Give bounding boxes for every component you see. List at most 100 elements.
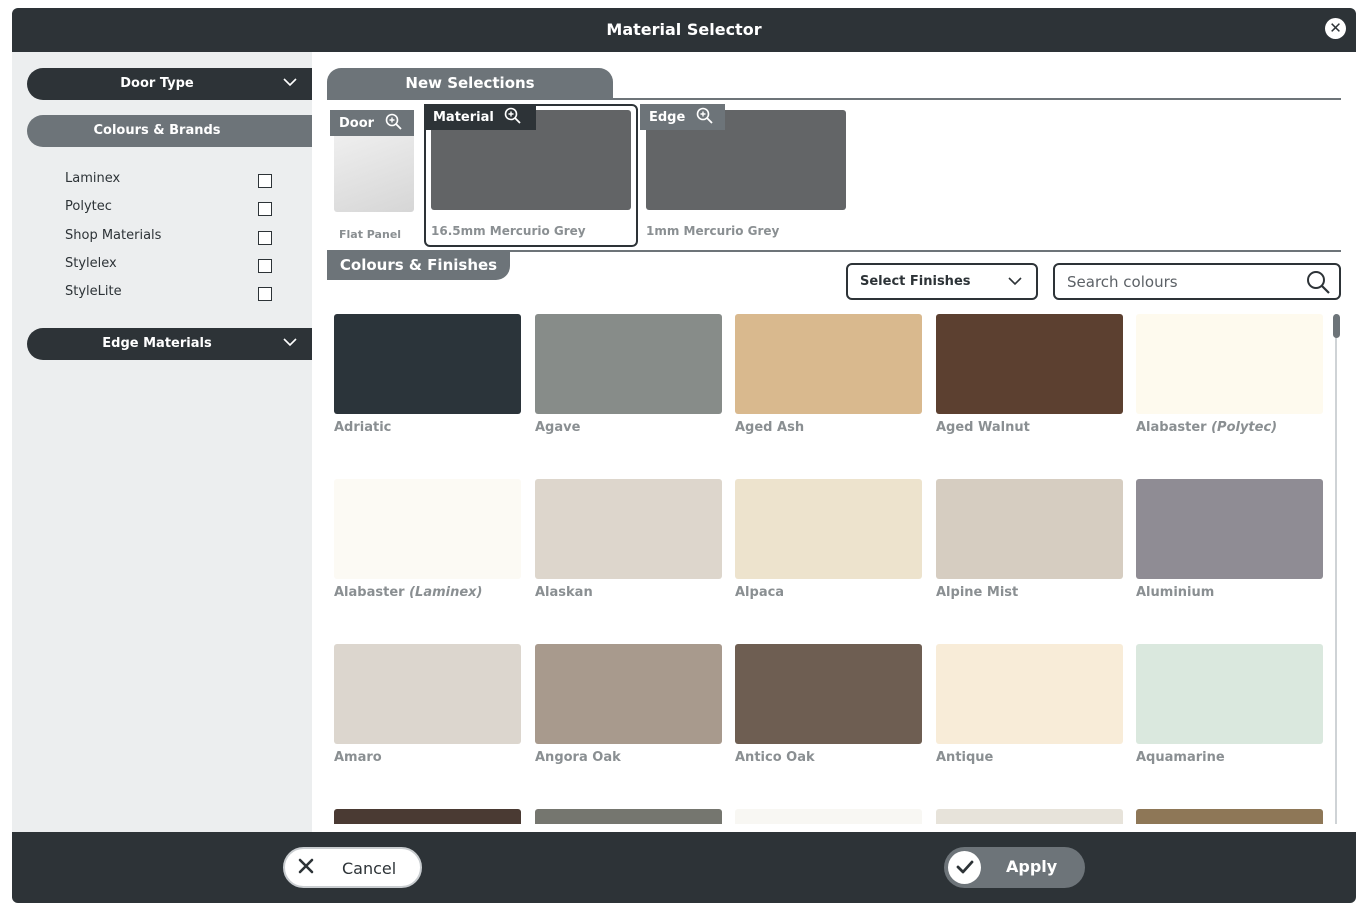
footer-bar: Cancel Apply xyxy=(12,832,1356,903)
edge-materials-accordion[interactable]: Edge Materials xyxy=(27,328,312,360)
colour-swatch xyxy=(1136,314,1323,414)
colour-tile[interactable]: Antico Oak xyxy=(735,644,922,765)
scrollbar[interactable] xyxy=(1331,314,1341,824)
colour-name-text: Adriatic xyxy=(334,420,392,435)
colour-swatch xyxy=(936,314,1123,414)
colours-brands-accordion[interactable]: Colours & Brands xyxy=(27,115,312,147)
colour-tile[interactable] xyxy=(334,809,521,824)
colour-swatch xyxy=(535,644,722,744)
edge-tag-label: Edge xyxy=(649,110,686,125)
close-icon xyxy=(297,857,315,880)
search-icon[interactable] xyxy=(1305,269,1331,299)
door-type-accordion[interactable]: Door Type xyxy=(27,68,312,100)
zoom-in-icon[interactable] xyxy=(385,113,403,131)
colour-name-text: Aquamarine xyxy=(1136,750,1225,765)
colour-tile[interactable]: Agave xyxy=(535,314,722,435)
brand-filter-shop-materials: Shop Materials xyxy=(65,228,275,248)
material-tag-label: Material xyxy=(433,110,494,125)
colour-tile[interactable]: Aluminium xyxy=(1136,479,1323,600)
edge-materials-label: Edge Materials xyxy=(102,336,212,351)
edge-caption: 1mm Mercurio Grey xyxy=(646,224,780,238)
brand-label: Laminex xyxy=(65,171,121,186)
colour-tile[interactable]: Alabaster (Laminex) xyxy=(334,479,521,600)
check-icon xyxy=(948,851,981,884)
brand-checkbox[interactable] xyxy=(258,287,272,301)
zoom-in-icon[interactable] xyxy=(504,107,522,125)
colour-swatch xyxy=(735,314,922,414)
colour-tile[interactable]: Amaro xyxy=(334,644,521,765)
door-selection-card[interactable]: Door Flat Panel xyxy=(330,110,414,241)
material-selection-card[interactable]: Material 16.5mm Mercurio Grey xyxy=(424,104,631,240)
scrollbar-thumb[interactable] xyxy=(1333,314,1340,338)
colour-name-text: Aluminium xyxy=(1136,585,1215,600)
colour-grid: Adriatic Agave Aged Ash Aged Walnut Alabaste… xyxy=(334,314,1326,824)
colour-brand-note: (Laminex) xyxy=(409,585,483,600)
colour-tile[interactable] xyxy=(535,809,722,824)
colour-tile[interactable] xyxy=(936,809,1123,824)
close-icon[interactable]: ✕ xyxy=(1325,18,1346,39)
colour-name: Adriatic xyxy=(334,420,521,435)
colour-tile[interactable]: Angora Oak xyxy=(535,644,722,765)
colour-swatch xyxy=(936,644,1123,744)
colour-name: Aquamarine xyxy=(1136,750,1323,765)
colour-swatch xyxy=(1136,644,1323,744)
colour-name: Aged Ash xyxy=(735,420,922,435)
colour-tile[interactable]: Aged Ash xyxy=(735,314,922,435)
new-selections-header: New Selections xyxy=(327,68,613,98)
colour-swatch xyxy=(334,644,521,744)
colour-name: Alabaster (Laminex) xyxy=(334,585,521,600)
colour-name-text: Amaro xyxy=(334,750,382,765)
colours-brands-label: Colours & Brands xyxy=(93,123,221,138)
zoom-in-icon[interactable] xyxy=(696,107,714,125)
brand-checkbox[interactable] xyxy=(258,174,272,188)
material-tag: Material xyxy=(424,104,536,130)
colour-name-text: Alaskan xyxy=(535,585,593,600)
select-finishes-label: Select Finishes xyxy=(860,274,971,289)
colour-tile[interactable] xyxy=(735,809,922,824)
brand-label: Polytec xyxy=(65,199,112,214)
brand-checkbox[interactable] xyxy=(258,259,272,273)
select-finishes-dropdown[interactable]: Select Finishes xyxy=(846,263,1038,300)
colour-name-text: Antique xyxy=(936,750,994,765)
colour-tile[interactable]: Alpaca xyxy=(735,479,922,600)
colour-swatch xyxy=(1136,479,1323,579)
edge-tag: Edge xyxy=(640,104,725,130)
colour-tile[interactable]: Alpine Mist xyxy=(936,479,1123,600)
cancel-button[interactable]: Cancel xyxy=(283,847,422,888)
colour-tile[interactable]: Aged Walnut xyxy=(936,314,1123,435)
colour-tile[interactable]: Adriatic xyxy=(334,314,521,435)
colour-name: Agave xyxy=(535,420,722,435)
chevron-down-icon xyxy=(282,74,298,94)
colour-swatch xyxy=(735,644,922,744)
search-input[interactable] xyxy=(1067,273,1297,291)
colour-swatch xyxy=(535,314,722,414)
colour-name-text: Agave xyxy=(535,420,581,435)
colour-tile[interactable]: Antique xyxy=(936,644,1123,765)
colour-name: Aged Walnut xyxy=(936,420,1123,435)
colour-tile[interactable]: Alabaster (Polytec) xyxy=(1136,314,1323,435)
edge-selection-card[interactable]: Edge 1mm Mercurio Grey xyxy=(640,104,846,240)
apply-button[interactable]: Apply xyxy=(944,847,1085,888)
title-bar: Material Selector ✕ xyxy=(12,8,1356,52)
colour-tile[interactable] xyxy=(1136,809,1323,824)
material-selector-dialog: Material Selector ✕ Door Type Colours & … xyxy=(12,8,1356,903)
brand-checkbox[interactable] xyxy=(258,231,272,245)
main-panel: New Selections Door Flat Panel Material xyxy=(312,52,1356,832)
colour-swatch xyxy=(334,479,521,579)
filter-sidebar: Door Type Colours & Brands Laminex Polyt… xyxy=(12,52,312,832)
colour-name-text: Aged Walnut xyxy=(936,420,1030,435)
brand-label: Stylelex xyxy=(65,256,117,271)
dialog-title: Material Selector xyxy=(606,20,762,39)
brand-filter-stylelex: Stylelex xyxy=(65,256,275,276)
colours-finishes-header: Colours & Finishes xyxy=(327,251,510,280)
colour-tile[interactable]: Alaskan xyxy=(535,479,722,600)
search-box xyxy=(1053,263,1341,300)
colour-name-text: Aged Ash xyxy=(735,420,805,435)
colour-name-text: Angora Oak xyxy=(535,750,621,765)
colour-tile[interactable]: Aquamarine xyxy=(1136,644,1323,765)
colour-swatch xyxy=(535,479,722,579)
brand-checkbox[interactable] xyxy=(258,202,272,216)
divider xyxy=(327,98,1341,100)
colour-swatch xyxy=(936,809,1123,824)
colour-name: Angora Oak xyxy=(535,750,722,765)
